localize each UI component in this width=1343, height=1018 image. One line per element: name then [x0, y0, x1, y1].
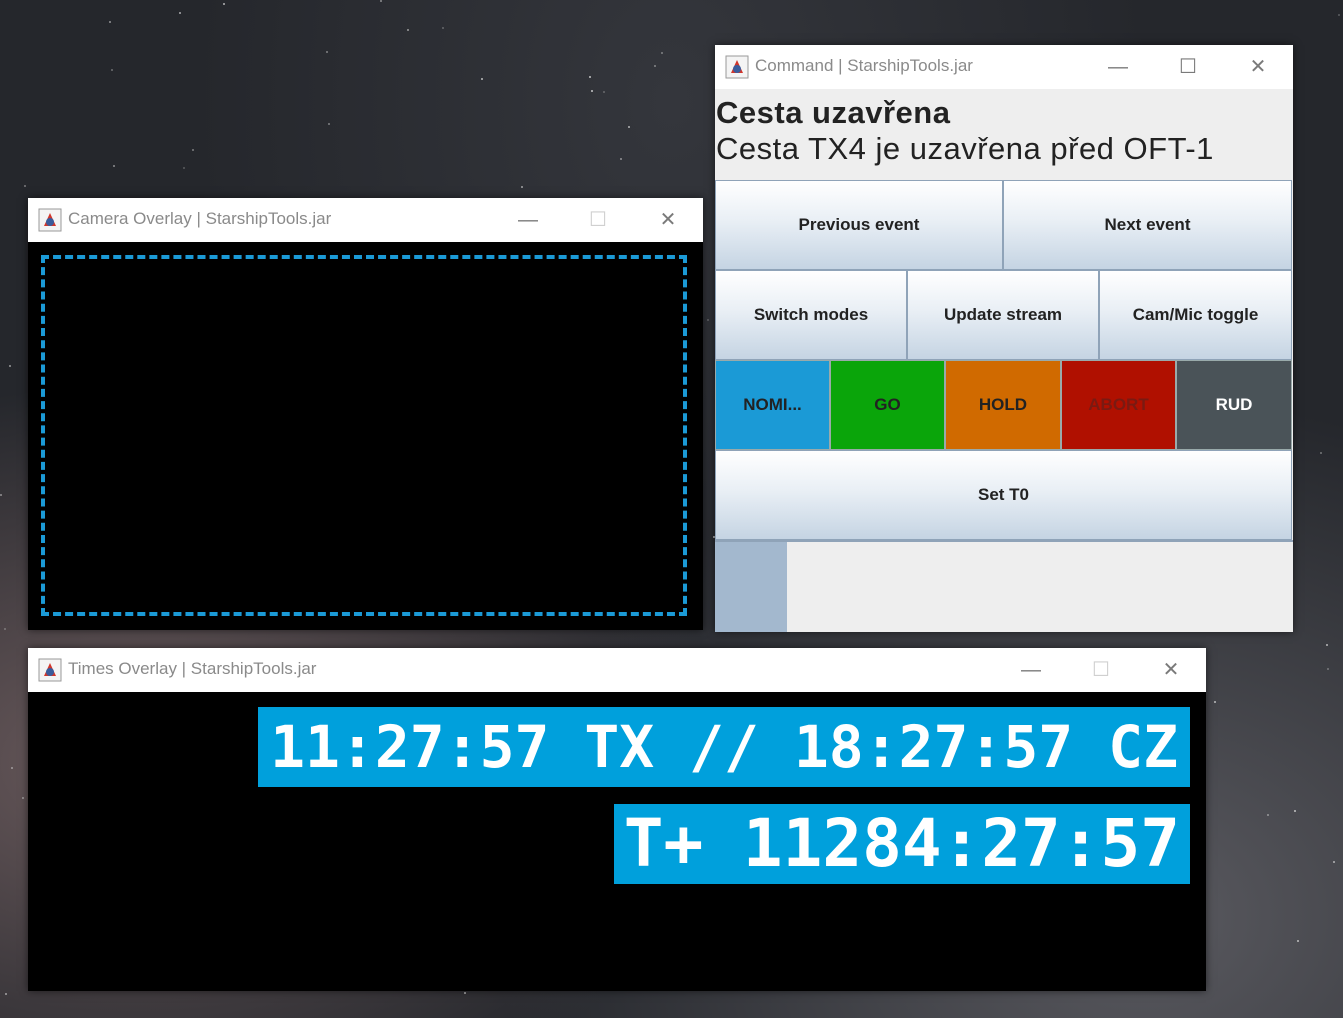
java-app-icon [725, 55, 749, 79]
status-button-hold[interactable]: HOLD [945, 360, 1061, 450]
switch-modes-button[interactable]: Switch modes [715, 270, 907, 360]
java-app-icon [38, 208, 62, 232]
title-bar[interactable]: Camera Overlay | StarshipTools.jar — ☐ ✕ [28, 198, 703, 242]
title-bar[interactable]: Times Overlay | StarshipTools.jar — ☐ ✕ [28, 648, 1206, 692]
close-button[interactable]: ✕ [1235, 45, 1281, 89]
window-title: Camera Overlay | StarshipTools.jar [68, 209, 332, 228]
clock-display: 11:27:57 TX // 18:27:57 CZ [258, 707, 1190, 787]
update-stream-button[interactable]: Update stream [907, 270, 1099, 360]
minimize-button[interactable]: — [1008, 648, 1054, 692]
camera-overlay-window: Camera Overlay | StarshipTools.jar — ☐ ✕ [28, 198, 703, 630]
java-app-icon [38, 658, 62, 682]
status-button-rud[interactable]: RUD [1176, 360, 1292, 450]
camera-frame-border [41, 255, 687, 616]
event-description: Cesta TX4 je uzavřena před OFT-1 [716, 131, 1214, 166]
window-title: Command | StarshipTools.jar [755, 56, 973, 75]
minimize-button[interactable]: — [1095, 45, 1141, 89]
status-button-go[interactable]: GO [830, 360, 945, 450]
title-bar[interactable]: Command | StarshipTools.jar — ☐ ✕ [715, 45, 1293, 89]
command-panel: Cesta uzavřena Cesta TX4 je uzavřena pře… [715, 89, 1293, 632]
previous-event-button[interactable]: Previous event [715, 180, 1003, 270]
maximize-button[interactable]: ☐ [1078, 648, 1124, 692]
close-button[interactable]: ✕ [645, 198, 691, 242]
event-title: Cesta uzavřena [716, 95, 951, 130]
set-t0-button[interactable]: Set T0 [715, 450, 1292, 540]
window-title: Times Overlay | StarshipTools.jar [68, 659, 317, 678]
maximize-button[interactable]: ☐ [1165, 45, 1211, 89]
times-overlay-window: Times Overlay | StarshipTools.jar — ☐ ✕ … [28, 648, 1206, 991]
camera-view [28, 242, 703, 630]
times-view: 11:27:57 TX // 18:27:57 CZ T+ 11284:27:5… [28, 692, 1206, 991]
minimize-button[interactable]: — [505, 198, 551, 242]
countdown-display: T+ 11284:27:57 [613, 804, 1190, 884]
progress-bar-fill [715, 542, 788, 632]
cam-mic-toggle-button[interactable]: Cam/Mic toggle [1099, 270, 1292, 360]
status-button-nomi[interactable]: NOMI... [715, 360, 830, 450]
close-button[interactable]: ✕ [1148, 648, 1194, 692]
maximize-button[interactable]: ☐ [575, 198, 621, 242]
command-window: Command | StarshipTools.jar — ☐ ✕ Cesta … [715, 45, 1293, 632]
status-button-abort[interactable]: ABORT [1061, 360, 1176, 450]
progress-bar [715, 540, 1293, 632]
next-event-button[interactable]: Next event [1003, 180, 1292, 270]
